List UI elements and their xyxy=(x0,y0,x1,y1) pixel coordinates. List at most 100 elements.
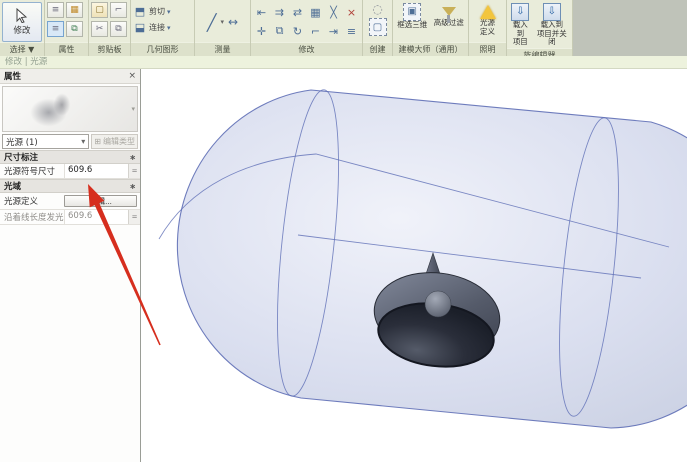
advanced-filter-icon xyxy=(442,7,456,16)
edit-type-label: 编辑类型 xyxy=(103,136,135,147)
load-into-project-icon: ⇩ xyxy=(511,3,529,21)
param-row-emit-line-length: 沿着线长度发光 609.6 = xyxy=(0,210,140,225)
palette-title: 属性 xyxy=(4,70,21,82)
panel-label-lighting[interactable]: 照明 xyxy=(469,42,506,56)
paste-icon[interactable]: ▢ xyxy=(91,2,108,18)
light-definition-edit-button[interactable]: 编辑... xyxy=(64,195,137,207)
param-label: 沿着线长度发光 xyxy=(0,210,64,224)
panel-label-modify[interactable]: 修改 xyxy=(251,42,362,56)
panel-label-geometry[interactable]: 几何图形 xyxy=(131,42,194,56)
model-canvas xyxy=(141,69,687,462)
properties-palette-icon[interactable]: ≡ xyxy=(47,21,64,37)
options-bar-context: 修改 | 光源 xyxy=(5,57,47,67)
load-into-project-close-icon: ⇩ xyxy=(543,3,561,21)
array-icon[interactable]: ▦ xyxy=(307,3,324,21)
light-source-definition-button[interactable]: 光源 定义 xyxy=(479,2,497,37)
modify-tool-button[interactable]: 修改 xyxy=(2,2,42,42)
create-component-icon[interactable]: ◌ xyxy=(372,2,382,16)
panel-master-general: ▣ 框选三维 高级过滤 建模大师（通用） xyxy=(393,0,469,56)
load-close-label-2: 项目并关闭 xyxy=(535,30,569,47)
measure-between-refs-icon[interactable]: ╱ xyxy=(207,13,217,32)
light-def-label-2: 定义 xyxy=(480,28,495,37)
section-photometrics-label: 光域 xyxy=(4,180,21,192)
panel-label-clipboard[interactable]: 剪贴板 xyxy=(89,42,130,56)
palette-close-button[interactable]: × xyxy=(128,71,136,81)
param-row-light-definition: 光源定义 编辑... xyxy=(0,193,140,210)
panel-label-select[interactable]: 选择 ▼ xyxy=(0,42,44,56)
panel-modify-tools: ⇤ ⇉ ⇄ ▦ ╳ × ✛ ⧉ ↻ ⌐ ⇥ ≡ 修改 xyxy=(251,0,363,56)
ribbon-empty-area xyxy=(573,0,687,56)
family-category-icon[interactable]: ⧉ xyxy=(66,21,83,37)
align-icon[interactable]: ⇤ xyxy=(253,3,270,21)
align-right-icon[interactable]: ⇥ xyxy=(325,22,342,40)
join-geometry-button[interactable]: ⬓ 连接 ▾ xyxy=(133,21,171,34)
section-pin-icon: ∗ xyxy=(129,153,136,162)
panel-clipboard: ▢ ⌐ ✂ ⧉ 剪贴板 xyxy=(89,0,131,56)
preview-expander-icon[interactable]: ▾ xyxy=(131,105,135,113)
options-bar: 修改 | 光源 xyxy=(0,56,687,69)
type-selector-dropdown[interactable]: 光源 (1) ▾ xyxy=(2,134,89,149)
load-into-project-close-button[interactable]: ⇩ 载入到 项目并关闭 xyxy=(534,2,570,48)
offset-icon[interactable]: ⇉ xyxy=(271,3,288,21)
load-label-1: 载入到 xyxy=(510,21,531,38)
panel-geometry: ⬒ 剪切 ▾ ⬓ 连接 ▾ 几何图形 xyxy=(131,0,195,56)
load-into-project-button[interactable]: ⇩ 载入到 项目 xyxy=(509,2,532,48)
panel-select: 修改 选择 ▼ xyxy=(0,0,45,56)
cut-geometry-button[interactable]: ⬒ 剪切 ▾ xyxy=(133,5,171,18)
panel-create: ◌ ▢ 创建 xyxy=(363,0,393,56)
type-properties-icon[interactable]: ≡ xyxy=(47,2,64,18)
mirror-icon[interactable]: ⇄ xyxy=(289,3,306,21)
panel-label-master[interactable]: 建模大师（通用） xyxy=(393,42,468,56)
canvas-margin xyxy=(0,462,687,470)
section-dimensions[interactable]: 尺寸标注 ∗ xyxy=(0,150,140,164)
trim-icon[interactable]: ⌐ xyxy=(307,22,324,40)
load-label-2: 项目 xyxy=(513,38,528,47)
cut-geometry-icon: ⬒ xyxy=(133,5,147,18)
delete-icon[interactable]: × xyxy=(343,3,360,21)
light-source-capsule[interactable] xyxy=(159,87,687,428)
match-type-icon[interactable]: ⌐ xyxy=(110,2,127,18)
section-photometrics[interactable]: 光域 ∗ xyxy=(0,179,140,193)
palette-header: 属性 × xyxy=(0,69,140,84)
drawing-area-3d-view[interactable] xyxy=(141,69,687,462)
properties-palette: 属性 × ▾ 光源 (1) ▾ ⊞ 编辑类型 尺寸标注 ∗ 光源符号尺寸 609… xyxy=(0,69,141,462)
formula-button[interactable]: = xyxy=(128,164,140,178)
panel-label-properties[interactable]: 属性 xyxy=(45,42,88,56)
type-selector-caret-icon: ▾ xyxy=(81,137,85,146)
cut-clipboard-icon[interactable]: ✂ xyxy=(91,21,108,37)
create-selection-box-icon[interactable]: ▢ xyxy=(369,18,387,36)
modify-button-label: 修改 xyxy=(13,24,30,36)
revit-family-editor-window: 修改 选择 ▼ ≡ ▦ ≡ ⧉ 属性 ▢ ⌐ ✂ xyxy=(0,0,687,470)
pin-icon[interactable]: ≡ xyxy=(343,22,360,40)
split-icon[interactable]: ╳ xyxy=(325,3,342,21)
copy-icon[interactable]: ⧉ xyxy=(271,22,288,40)
family-types-icon[interactable]: ▦ xyxy=(66,2,83,18)
formula-button[interactable]: = xyxy=(128,210,140,224)
lamp-bulb xyxy=(425,291,451,317)
panel-measure: ╱ ▾ ↔ 测量 xyxy=(195,0,251,56)
edit-type-button[interactable]: ⊞ 编辑类型 xyxy=(91,134,138,149)
move-icon[interactable]: ✛ xyxy=(253,22,270,40)
copy-clipboard-icon[interactable]: ⧉ xyxy=(110,21,127,37)
join-geometry-icon: ⬓ xyxy=(133,21,147,34)
param-label: 光源定义 xyxy=(0,195,64,207)
param-row-symbol-size: 光源符号尺寸 609.6 = xyxy=(0,164,140,179)
panel-properties: ≡ ▦ ≡ ⧉ 属性 xyxy=(45,0,89,56)
join-caret-icon: ▾ xyxy=(167,24,171,32)
section-dimensions-label: 尺寸标注 xyxy=(4,151,38,163)
panel-lighting: 光源 定义 照明 xyxy=(469,0,507,56)
box-select-3d-icon: ▣ xyxy=(403,3,421,21)
panel-label-create[interactable]: 创建 xyxy=(363,42,392,56)
rotate-icon[interactable]: ↻ xyxy=(289,22,306,40)
panel-label-measure[interactable]: 测量 xyxy=(195,42,250,56)
cut-caret-icon: ▾ xyxy=(167,8,171,16)
edit-type-icon: ⊞ xyxy=(94,137,101,146)
join-geometry-label: 连接 xyxy=(149,22,165,33)
box-select-3d-button[interactable]: ▣ 框选三维 xyxy=(396,2,428,31)
section-pin-icon: ∗ xyxy=(129,182,136,191)
aligned-dimension-icon[interactable]: ↔ xyxy=(228,15,238,29)
panel-label-family-editor[interactable]: 族编辑器 xyxy=(507,48,572,57)
measure-caret-icon[interactable]: ▾ xyxy=(221,18,225,26)
advanced-filter-button[interactable]: 高级过滤 xyxy=(433,2,465,29)
param-value-input[interactable]: 609.6 xyxy=(64,164,128,178)
